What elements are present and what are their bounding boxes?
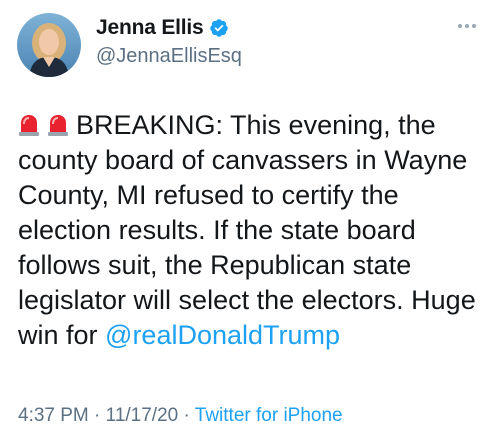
- author-name-row[interactable]: Jenna Ellis: [96, 16, 229, 40]
- tweet-line-2: county board of canvassers in Wayne: [18, 145, 468, 175]
- meta-separator: ·: [88, 405, 106, 426]
- tweet-line-4: election results. If the state board: [18, 215, 416, 245]
- tweet-card: Jenna Ellis @JennaEllisEsq BREAKING: Thi…: [0, 0, 500, 445]
- author-handle[interactable]: @JennaEllisEsq: [96, 45, 242, 68]
- police-car-light-emoji: [18, 111, 40, 136]
- tweet-line-7: win for @realDonaldTrump: [18, 318, 488, 353]
- tweet-meta: 4:37 PM · 11/17/20 · Twitter for iPhone: [18, 405, 343, 427]
- verified-badge-icon: [209, 18, 229, 38]
- meta-separator: ·: [178, 405, 195, 426]
- tweet-line-5: follows suit, the Republican state: [18, 250, 412, 280]
- tweet-source-link[interactable]: Twitter for iPhone: [195, 405, 343, 426]
- police-car-light-emoji: [47, 111, 69, 136]
- tweet-text: BREAKING: This evening, the county board…: [18, 108, 488, 353]
- mention-link[interactable]: @realDonaldTrump: [105, 320, 340, 350]
- tweet-line-1: BREAKING: This evening, the: [18, 108, 488, 143]
- avatar[interactable]: [17, 13, 81, 77]
- tweet-time[interactable]: 4:37 PM: [18, 405, 89, 426]
- tweet-line-text: win for: [18, 320, 106, 350]
- tweet-line-text: BREAKING: This evening, the: [76, 110, 436, 140]
- tweet-line-3: County, MI refused to certify the: [18, 180, 399, 210]
- tweet-date[interactable]: 11/17/20: [106, 405, 179, 426]
- more-options-icon[interactable]: [458, 22, 478, 30]
- display-name[interactable]: Jenna Ellis: [96, 16, 204, 40]
- tweet-line-6: legislator will select the electors. Hug…: [18, 285, 476, 315]
